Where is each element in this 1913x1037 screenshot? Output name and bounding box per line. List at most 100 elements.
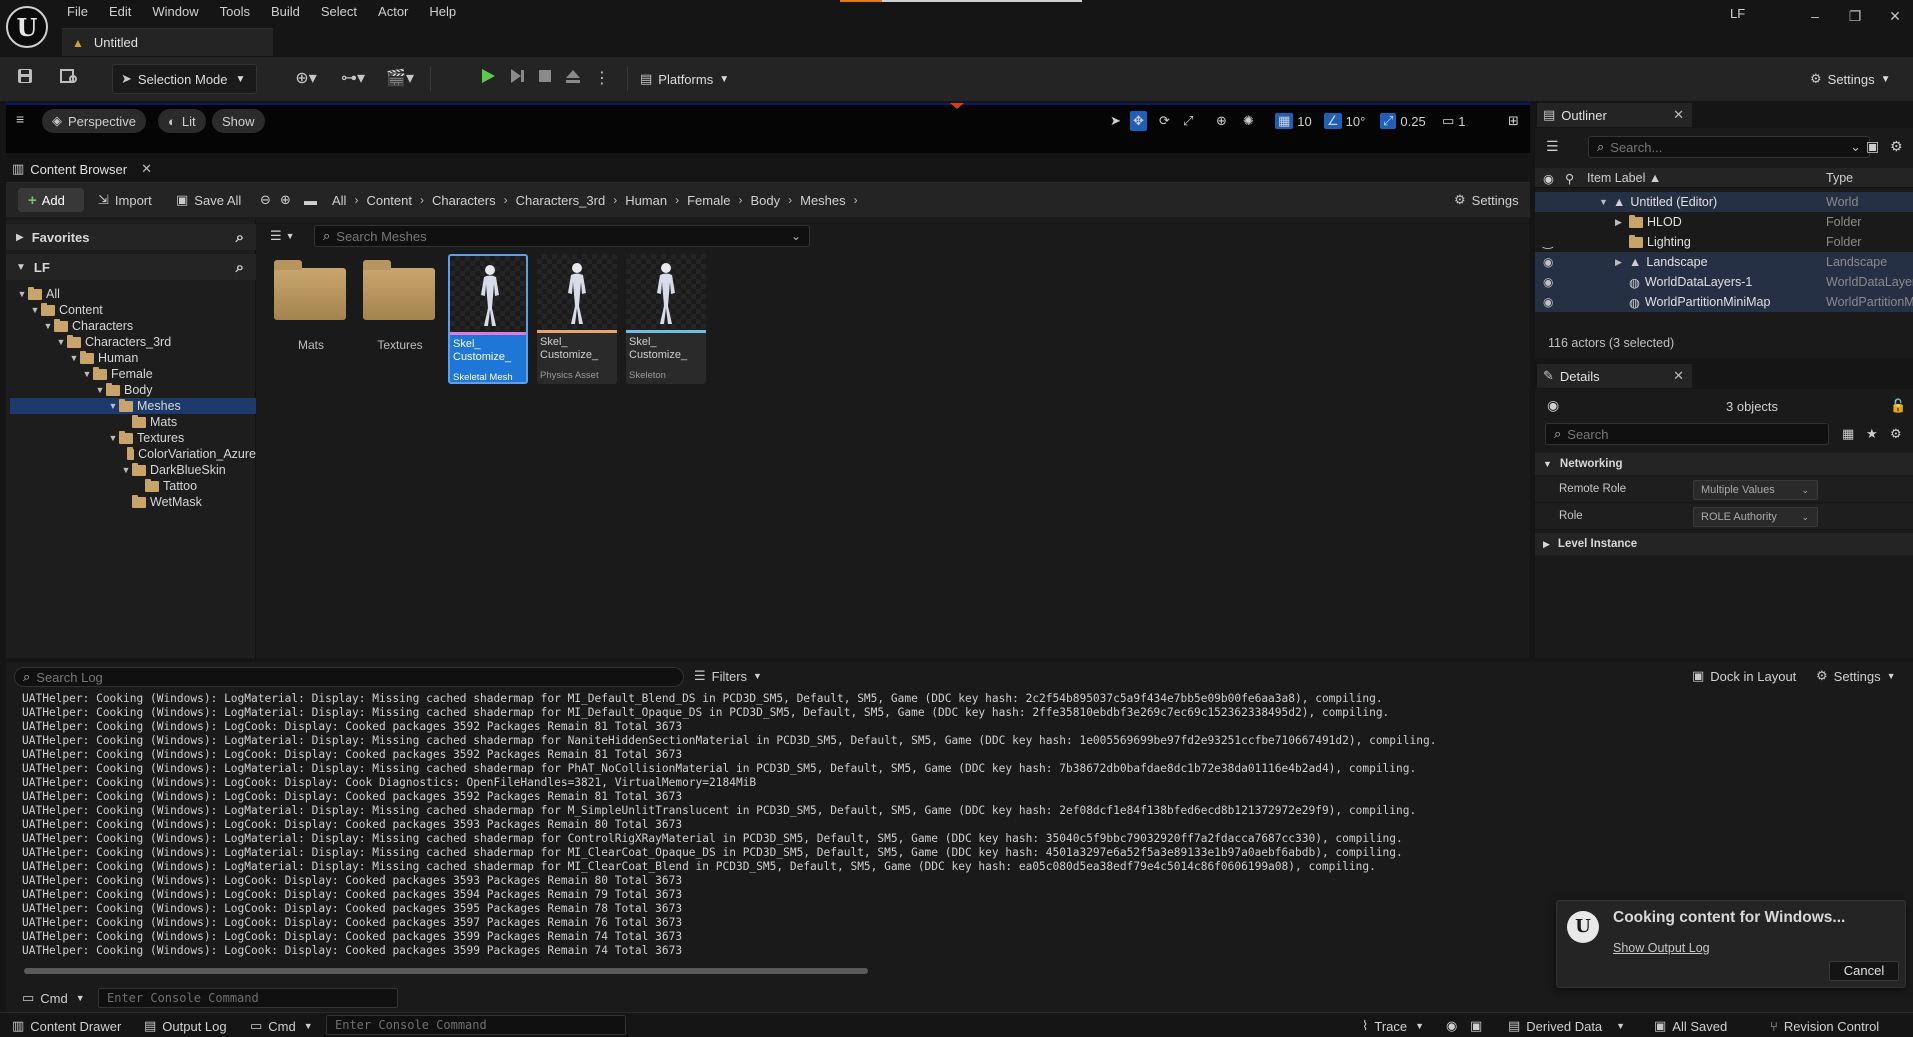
menu-window[interactable]: Window [143, 3, 210, 21]
outliner-row[interactable]: ◉ ▶ ▲ Landscape Landscape [1535, 252, 1913, 272]
visibility-column-icon[interactable]: ◉ [1543, 171, 1554, 186]
favorites-section-header[interactable]: ▶ Favorites ⌕ [6, 224, 256, 250]
chevron-down-icon[interactable]: ▼ [68, 353, 80, 363]
viewport-layout-icon[interactable]: ⊞ [1508, 111, 1519, 131]
log-console-input[interactable]: Enter Console Command [98, 988, 398, 1008]
chevron-down-icon[interactable]: ▼ [29, 305, 41, 315]
scale-tool-icon[interactable]: ⤢ [1183, 111, 1193, 131]
close-icon[interactable]: ✕ [1673, 107, 1684, 123]
camera-speed-button[interactable]: ▭ 1 [1442, 111, 1466, 131]
grid-snap-toggle[interactable]: ▦ 10 [1275, 111, 1312, 131]
cinematics-icon[interactable]: 🎬▾ [380, 67, 420, 91]
tree-item[interactable]: ▼ DarkBlueSkin [10, 462, 256, 478]
menu-edit[interactable]: Edit [100, 3, 143, 21]
lit-button[interactable]: ◐ Lit [158, 109, 206, 133]
add-actor-icon[interactable]: ⊕▾ [286, 67, 326, 91]
save-all-button[interactable]: ▣ Save All [176, 188, 241, 212]
tree-item[interactable]: ▼ Characters [10, 318, 256, 334]
record-icon[interactable]: ◉ [1446, 1016, 1457, 1036]
star-icon[interactable]: ★ [1866, 426, 1878, 442]
chevron-down-icon[interactable]: ▼ [120, 465, 132, 475]
tree-item[interactable]: Tattoo [10, 478, 256, 494]
dock-in-layout-button[interactable]: ▣ Dock in Layout [1692, 668, 1796, 684]
step-icon[interactable] [505, 67, 529, 91]
tree-item[interactable]: ▼ Content [10, 302, 256, 318]
asset-tile[interactable]: Skel_ Customize_ Skeletal Mesh [448, 254, 528, 384]
expander-icon[interactable]: ▼ [1599, 197, 1613, 207]
outliner-row[interactable]: ◉ ◍ WorldPartitionMiniMap WorldPartitionMin… [1535, 292, 1913, 312]
asset-search-input[interactable]: ⌕ Search Meshes ⌄ [314, 225, 810, 247]
menu-build[interactable]: Build [262, 3, 312, 21]
level-viewport[interactable]: ≡ ◈ Perspective ◐ Lit Show ➤ ✥ ⟳ ⤢ ⊕ ✺ ▦… [6, 103, 1530, 153]
content-browser-settings-button[interactable]: ⚙ Settings [1454, 188, 1519, 212]
world-space-icon[interactable]: ⊕ [1216, 111, 1227, 131]
role-dropdown[interactable]: ROLE Authority ⌄ [1693, 507, 1818, 527]
add-folder-icon[interactable]: ▣ [1866, 138, 1879, 155]
networking-category[interactable]: ▼ Networking [1535, 453, 1913, 475]
search-icon[interactable]: ⌕ [236, 229, 244, 246]
breadcrumb-all[interactable]: All [324, 193, 354, 208]
status-cmd-dropdown[interactable]: ▭ Cmd ▼ [250, 1016, 313, 1036]
close-icon[interactable]: ✕ [1673, 368, 1684, 384]
folder-textures[interactable]: Textures [360, 256, 440, 386]
all-saved-button[interactable]: ▣ All Saved [1654, 1016, 1727, 1036]
tree-item[interactable]: ▼ Textures [10, 430, 256, 446]
back-icon[interactable]: ⊖ [260, 188, 271, 212]
select-tool-icon[interactable]: ➤ [1110, 111, 1121, 131]
type-column[interactable]: Type [1826, 171, 1853, 185]
tree-item[interactable]: WetMask [10, 494, 256, 510]
hamburger-menu-icon[interactable]: ≡ [16, 111, 24, 127]
gear-icon[interactable]: ⚙ [1890, 426, 1902, 442]
breadcrumb-characters-3rd[interactable]: Characters_3rd [508, 193, 614, 208]
move-tool-icon[interactable]: ✥ [1130, 111, 1147, 131]
breadcrumb-meshes[interactable]: Meshes [792, 193, 854, 208]
outliner-tab[interactable]: ▤ Outliner ✕ [1537, 103, 1692, 127]
asset-filter-button[interactable]: ☰ ▼ [270, 225, 295, 247]
outliner-filter-icon[interactable]: ☰ [1546, 138, 1559, 155]
content-drawer-button[interactable]: ▥ Content Drawer [12, 1016, 121, 1036]
table-view-icon[interactable]: ▦ [1842, 426, 1854, 442]
tree-item[interactable]: ▼ Body [10, 382, 256, 398]
rotation-snap-toggle[interactable]: ∠ 10° [1324, 111, 1365, 131]
chevron-down-icon[interactable]: ▼ [81, 369, 93, 379]
tree-item[interactable]: ColorVariation_Azure [10, 446, 256, 462]
surface-snap-icon[interactable]: ✺ [1243, 111, 1254, 131]
toolbar-settings-button[interactable]: ⚙ Settings ▼ [1810, 66, 1891, 92]
log-output[interactable]: UATHelper: Cooking (Windows): LogMateria… [22, 692, 1542, 964]
remote-role-dropdown[interactable]: Multiple Values ⌄ [1693, 480, 1818, 500]
content-browse-icon[interactable] [57, 67, 81, 91]
chevron-down-icon[interactable]: ▼ [94, 385, 106, 395]
chevron-down-icon[interactable]: ▼ [107, 433, 119, 443]
visibility-icon[interactable]: ◉ [1543, 292, 1553, 312]
log-cmd-dropdown[interactable]: ▭ Cmd ▼ [22, 988, 85, 1008]
maximize-button[interactable]: ❐ [1840, 6, 1870, 26]
asset-tile[interactable]: Skel_ Customize_ Physics Asset [537, 254, 617, 384]
breadcrumb-characters[interactable]: Characters [424, 193, 504, 208]
breadcrumb-body[interactable]: Body [742, 193, 788, 208]
scale-snap-toggle[interactable]: ⤢ 0.25 [1380, 111, 1426, 131]
derived-data-button[interactable]: ▤ Derived Data ▼ [1508, 1016, 1625, 1036]
screenshot-icon[interactable]: ▣ [1470, 1016, 1482, 1036]
tree-item[interactable]: ▼ All [10, 286, 256, 302]
save-icon[interactable] [13, 67, 37, 91]
folder-icon[interactable]: ▬ [304, 188, 317, 212]
visibility-icon[interactable]: ◉ [1543, 272, 1553, 292]
status-console-input[interactable]: Enter Console Command [326, 1015, 626, 1035]
outliner-row[interactable]: ▶ HLOD Folder [1535, 212, 1913, 232]
perspective-button[interactable]: ◈ Perspective [42, 109, 146, 133]
show-output-log-link[interactable]: Show Output Log [1613, 941, 1710, 955]
tree-item[interactable]: ▼ Meshes [10, 398, 256, 414]
selection-mode-dropdown[interactable]: ➤ Selection Mode ▼ [112, 64, 257, 94]
details-search-input[interactable]: ⌕ Search [1545, 423, 1829, 445]
tree-item[interactable]: ▼ Female [10, 366, 256, 382]
output-log-button[interactable]: ▤ Output Log [144, 1016, 227, 1036]
menu-tools[interactable]: Tools [211, 3, 262, 21]
breadcrumb-human[interactable]: Human [617, 193, 675, 208]
chevron-down-icon[interactable]: ▼ [16, 289, 28, 299]
level-document-tab[interactable]: ▲ Untitled [62, 28, 273, 56]
menu-help[interactable]: Help [420, 3, 468, 21]
expander-icon[interactable]: ▶ [1615, 257, 1629, 268]
tree-item[interactable]: ▼ Human [10, 350, 256, 366]
level-instance-category[interactable]: ▶ Level Instance [1535, 533, 1913, 555]
close-window-button[interactable]: ✕ [1880, 6, 1910, 26]
